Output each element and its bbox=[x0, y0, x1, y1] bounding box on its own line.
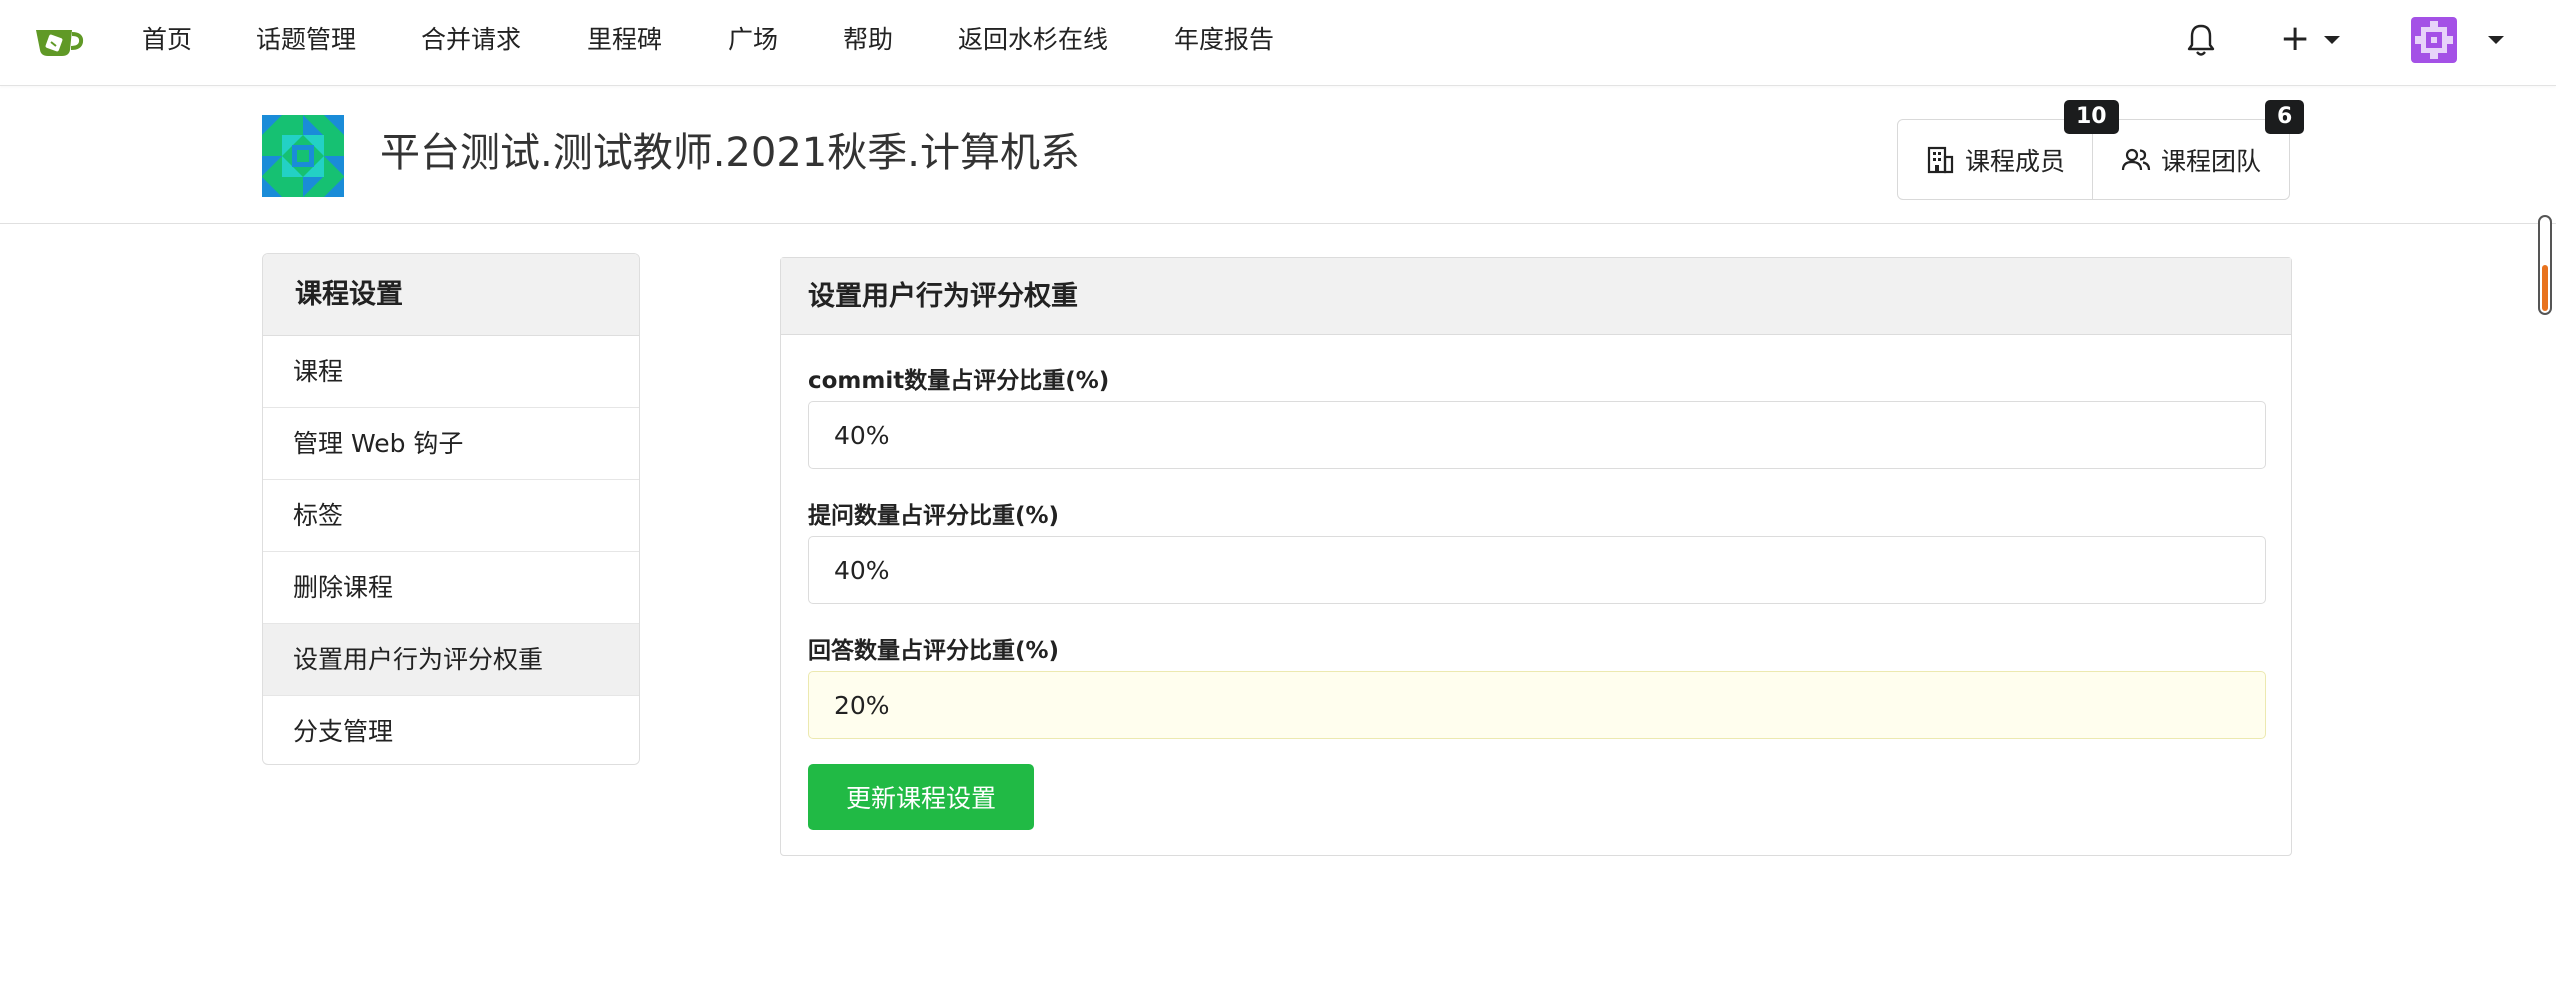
sidebar-item-delete-course[interactable]: 删除课程 bbox=[263, 552, 639, 624]
repo-header: 平台测试.测试教师.2021秋季.计算机系 课程成员 10 课程团队 6 bbox=[0, 87, 2556, 224]
nav-item-explore[interactable]: 广场 bbox=[728, 23, 778, 57]
nav-item-topics[interactable]: 话题管理 bbox=[256, 23, 356, 57]
sidebar-item-webhooks[interactable]: 管理 Web 钩子 bbox=[263, 408, 639, 480]
answer-weight-input[interactable] bbox=[808, 671, 2266, 739]
nav-item-back[interactable]: 返回水杉在线 bbox=[958, 23, 1108, 57]
sidebar-item-labels[interactable]: 标签 bbox=[263, 480, 639, 552]
sidebar-item-course[interactable]: 课程 bbox=[263, 336, 639, 408]
question-weight-label: 提问数量占评分比重(%) bbox=[808, 503, 1060, 529]
nav-item-milestones[interactable]: 里程碑 bbox=[587, 23, 662, 57]
scrollbar[interactable] bbox=[2538, 215, 2552, 315]
top-navbar: 首页 话题管理 合并请求 里程碑 广场 帮助 返回水杉在线 年度报告 + bbox=[0, 0, 2556, 86]
commit-weight-label: commit数量占评分比重(%) bbox=[808, 368, 1110, 394]
sidebar-item-behavior-weights[interactable]: 设置用户行为评分权重 bbox=[263, 624, 639, 696]
chevron-down-icon[interactable] bbox=[2488, 36, 2504, 44]
course-team-label: 课程团队 bbox=[2160, 146, 2261, 176]
nav-item-annual-report[interactable]: 年度报告 bbox=[1174, 23, 1274, 57]
sidebar-title: 课程设置 bbox=[263, 254, 639, 336]
plus-icon[interactable]: + bbox=[2280, 20, 2310, 58]
team-count-badge: 6 bbox=[2265, 100, 2305, 134]
course-members-label: 课程成员 bbox=[1964, 146, 2065, 176]
scrollbar-thumb[interactable] bbox=[2542, 265, 2548, 311]
repo-avatar bbox=[262, 115, 344, 197]
commit-weight-input[interactable] bbox=[808, 401, 2266, 469]
nav-item-help[interactable]: 帮助 bbox=[843, 23, 893, 57]
course-members-button[interactable]: 课程成员 10 bbox=[1898, 100, 2119, 199]
form-title: 设置用户行为评分权重 bbox=[781, 258, 2291, 335]
question-weight-input[interactable] bbox=[808, 536, 2266, 604]
people-icon bbox=[2121, 148, 2151, 170]
settings-sidebar: 课程设置 课程 管理 Web 钩子 标签 删除课程 设置用户行为评分权重 分支管… bbox=[262, 253, 640, 765]
building-icon bbox=[1927, 146, 1954, 173]
sidebar-item-branches[interactable]: 分支管理 bbox=[263, 696, 639, 764]
repo-buttons: 课程成员 10 课程团队 6 bbox=[1897, 100, 2305, 200]
nav-item-pulls[interactable]: 合并请求 bbox=[421, 23, 521, 57]
course-team-button[interactable]: 课程团队 6 bbox=[2093, 100, 2305, 199]
nav-item-home[interactable]: 首页 bbox=[142, 23, 192, 57]
bell-icon[interactable] bbox=[2186, 22, 2216, 58]
logo-icon[interactable] bbox=[32, 20, 86, 60]
repo-title[interactable]: 平台测试.测试教师.2021秋季.计算机系 bbox=[380, 125, 1080, 181]
avatar[interactable] bbox=[2411, 17, 2457, 63]
chevron-down-icon[interactable] bbox=[2324, 36, 2340, 44]
weights-form-panel: 设置用户行为评分权重 commit数量占评分比重(%) 提问数量占评分比重(%)… bbox=[780, 257, 2292, 856]
answer-weight-label: 回答数量占评分比重(%) bbox=[808, 638, 1060, 664]
update-course-settings-button[interactable]: 更新课程设置 bbox=[808, 764, 1034, 830]
